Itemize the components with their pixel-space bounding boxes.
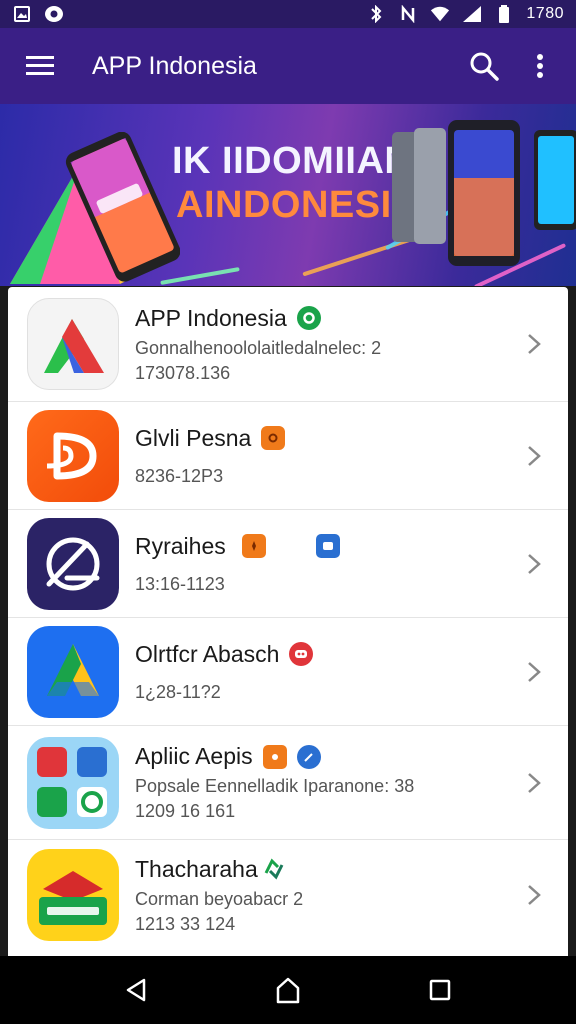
app-meta: 1¿28-11?2 xyxy=(135,681,221,702)
search-button[interactable] xyxy=(456,28,512,104)
promo-banner[interactable]: IK IIDOMIIAN AINDONESIA xyxy=(0,104,576,286)
app-description: Gonnalhenoololaitledalnelec: 2 xyxy=(135,337,382,358)
more-options-button[interactable] xyxy=(512,28,568,104)
app-meta: 1209 16 161 xyxy=(135,801,236,821)
status-bar: 1780 xyxy=(0,0,576,28)
recents-button[interactable] xyxy=(410,960,470,1020)
recycle-badge-icon xyxy=(262,857,286,881)
shield-badge-icon xyxy=(262,744,287,769)
bluetooth-icon xyxy=(366,5,386,23)
search-icon xyxy=(470,52,499,81)
chevron-right-icon xyxy=(514,763,554,803)
edit-badge-icon xyxy=(296,744,321,769)
app-name: Olrtfcr Abasch xyxy=(135,640,280,667)
notification-icon xyxy=(44,5,64,23)
chat-badge-icon xyxy=(315,534,340,558)
battery-icon xyxy=(494,5,514,23)
home-icon xyxy=(276,977,300,1004)
phones-right-graphic xyxy=(392,120,576,266)
app-name: Ryraihes xyxy=(135,532,226,559)
chevron-right-icon xyxy=(514,652,554,692)
menu-button[interactable] xyxy=(8,28,72,104)
list-item[interactable]: Olrtfcr Abasch 1¿28-11?2 xyxy=(8,618,568,726)
home-button[interactable] xyxy=(258,960,318,1020)
nfc-icon xyxy=(398,5,418,23)
ryraihes-icon xyxy=(27,517,119,610)
app-name: Glvli Pesna xyxy=(135,424,252,451)
banner-title: IK IIDOMIIAN xyxy=(172,140,413,182)
wifi-icon xyxy=(430,5,450,23)
thacharaha-icon xyxy=(27,849,119,941)
status-time: 1780 xyxy=(526,5,564,22)
recents-icon xyxy=(429,979,451,1001)
list-item[interactable]: Ryraihes 13:16-1123 xyxy=(8,510,568,618)
phone-left-graphic xyxy=(65,132,180,282)
list-item[interactable]: Thacharaha Corman beyoabacr 2 1213 33 12… xyxy=(8,840,568,950)
app-bar: APP Indonesia xyxy=(0,28,576,104)
app-meta: 173078.136 xyxy=(135,362,231,383)
app-description: Popsale Eennelladik Iparanone: 38 xyxy=(135,776,415,796)
app-indonesia-icon xyxy=(27,298,119,390)
chevron-right-icon xyxy=(514,436,554,476)
image-icon xyxy=(12,5,32,23)
app-meta: 1213 33 124 xyxy=(135,913,236,934)
app-meta: 8236-12P3 xyxy=(135,465,224,486)
menu-icon xyxy=(26,56,54,75)
back-icon xyxy=(126,978,146,1002)
system-nav-bar xyxy=(0,956,576,1024)
app-meta: 13:16-1123 xyxy=(135,573,225,594)
chevron-right-icon xyxy=(514,324,554,364)
list-item[interactable]: Apliic Aepis Popsale Eennelladik Iparano… xyxy=(8,726,568,840)
glvli-pesna-icon xyxy=(27,409,119,502)
app-name: Thacharaha xyxy=(135,855,258,882)
app-name: Apliic Aepis xyxy=(135,743,253,769)
app-list: APP Indonesia Gonnalhenoololaitledalnele… xyxy=(8,287,568,956)
verified-badge-icon xyxy=(296,306,321,330)
chevron-right-icon xyxy=(514,875,554,915)
app-name: APP Indonesia xyxy=(135,304,287,331)
back-button[interactable] xyxy=(106,960,166,1020)
banner-subtitle: AINDONESIA xyxy=(176,184,420,226)
more-vert-icon xyxy=(537,54,543,78)
shield-badge-icon xyxy=(241,534,266,558)
robot-badge-icon xyxy=(289,642,314,666)
app-description: Corman beyoabacr 2 xyxy=(135,888,304,909)
signal-icon xyxy=(462,5,482,23)
apliic-aepis-icon xyxy=(27,736,119,829)
chevron-right-icon xyxy=(514,544,554,584)
list-item[interactable]: Glvli Pesna 8236-12P3 xyxy=(8,402,568,510)
olrtfcr-abasch-icon xyxy=(27,625,119,718)
page-title: APP Indonesia xyxy=(92,51,257,80)
list-item[interactable]: APP Indonesia Gonnalhenoololaitledalnele… xyxy=(8,287,568,402)
shield-badge-icon xyxy=(261,426,286,450)
